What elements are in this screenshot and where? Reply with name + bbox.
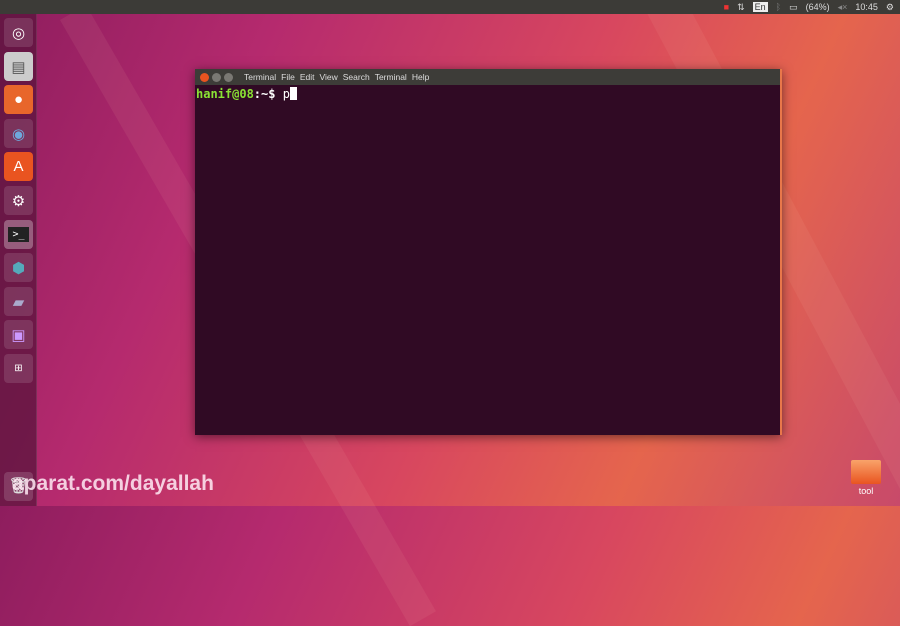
files-icon[interactable]: ▤	[4, 52, 33, 81]
menu-help[interactable]: Help	[412, 72, 429, 82]
media-icon[interactable]: ▣	[4, 320, 33, 349]
terminal-icon[interactable]: >_	[4, 220, 33, 249]
watermark: aparat.com/dayallah	[12, 472, 214, 495]
workspaces-icon[interactable]: ⊞	[4, 354, 33, 383]
battery-icon[interactable]: ▭	[789, 2, 798, 13]
volume-icon[interactable]: ◂×	[838, 2, 848, 13]
clock[interactable]: 10:45	[855, 2, 878, 12]
network-icon[interactable]: ⇅	[737, 2, 745, 13]
terminal-body[interactable]: hanif@08:~$ p	[195, 85, 780, 103]
command-input[interactable]: p	[283, 87, 290, 101]
virtualbox-icon[interactable]: ⬢	[4, 253, 33, 282]
terminal-titlebar[interactable]: Terminal File Edit View Search Terminal …	[195, 69, 780, 85]
text-cursor	[289, 87, 297, 100]
prompt-symbol: $	[268, 87, 283, 101]
bluetooth-icon[interactable]: ᛒ	[776, 2, 781, 12]
firefox-icon[interactable]: ●	[4, 85, 33, 114]
terminal-window[interactable]: Terminal File Edit View Search Terminal …	[195, 69, 782, 435]
top-panel: ■ ⇅ En ᛒ ▭ (64%) ◂× 10:45 ⚙	[0, 0, 900, 14]
launcher: ◎ ▤ ● ◉ A ⚙ >_ ⬢ ▰ ▣ ⊞	[0, 14, 37, 506]
close-button[interactable]	[200, 72, 209, 82]
keyboard-language[interactable]: En	[752, 2, 768, 12]
prompt-path: :~	[253, 87, 269, 101]
window-title: Terminal	[244, 72, 277, 82]
menu-search[interactable]: Search	[343, 72, 370, 82]
menu-view[interactable]: View	[319, 72, 337, 82]
menu-edit[interactable]: Edit	[300, 72, 315, 82]
maximize-button[interactable]	[224, 72, 233, 82]
gear-icon[interactable]: ⚙	[886, 2, 894, 13]
folder-label: tool	[858, 486, 874, 496]
menu-file[interactable]: File	[281, 72, 295, 82]
software-center-icon[interactable]: A	[4, 152, 33, 181]
minimize-button[interactable]	[212, 72, 221, 82]
ubuntu-dash-icon[interactable]: ◎	[4, 18, 33, 47]
desktop-folder-tool[interactable]: tool	[850, 460, 882, 496]
settings-icon[interactable]: ⚙	[4, 186, 33, 215]
record-icon[interactable]: ■	[724, 2, 729, 12]
prompt-user-host: hanif@08	[196, 87, 254, 101]
chromium-icon[interactable]: ◉	[4, 119, 33, 148]
menu-terminal[interactable]: Terminal	[375, 72, 407, 82]
disk-icon[interactable]: ▰	[4, 287, 33, 316]
folder-icon	[851, 460, 881, 484]
battery-percent[interactable]: (64%)	[806, 2, 830, 12]
